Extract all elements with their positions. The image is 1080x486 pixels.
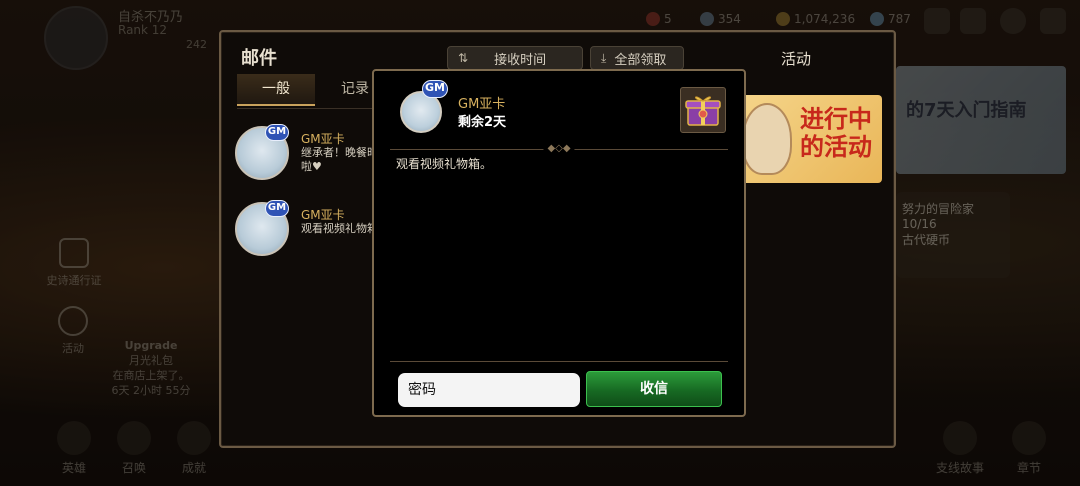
- character-art: [742, 103, 792, 175]
- mail-detail-dialog: GM GM亚卡 剩余2天 ◆◇◆ 观看视频礼物箱。 收信: [372, 69, 746, 417]
- gm-badge: GM: [422, 80, 448, 98]
- password-input[interactable]: [398, 373, 580, 407]
- activity-title: 活动: [780, 50, 811, 68]
- detail-body-text: 观看视频礼物箱。: [396, 157, 493, 171]
- sort-by-time-button[interactable]: ⇅ 接收时间: [447, 46, 583, 70]
- mail-list-item[interactable]: GM GM亚卡 观看视频礼物箱: [235, 200, 385, 262]
- download-icon: ⤓: [601, 50, 607, 65]
- mail-sender: GM亚卡: [301, 132, 345, 146]
- gm-badge: GM: [265, 200, 289, 217]
- collect-all-button[interactable]: ⤓ 全部领取: [590, 46, 684, 70]
- tab-general[interactable]: 一般: [237, 74, 315, 106]
- detail-sender: GM亚卡: [458, 97, 506, 112]
- ornament-divider-bottom: [390, 361, 728, 362]
- mail-list-item[interactable]: GM GM亚卡 继承者！晚餐时 啦♥: [235, 124, 385, 186]
- mail-sender: GM亚卡: [301, 208, 345, 222]
- ongoing-events-banner[interactable]: 进行中 的活动: [738, 95, 882, 183]
- sort-icon: ⇅: [458, 51, 469, 65]
- ornament-divider-top: ◆◇◆: [390, 144, 728, 154]
- gm-badge: GM: [265, 124, 289, 141]
- gift-box-icon[interactable]: [680, 87, 726, 133]
- mail-title: 邮件: [241, 48, 277, 69]
- receive-mail-button[interactable]: 收信: [586, 371, 722, 407]
- detail-expiry: 剩余2天: [458, 115, 507, 130]
- banner-text: 进行中 的活动: [800, 105, 872, 161]
